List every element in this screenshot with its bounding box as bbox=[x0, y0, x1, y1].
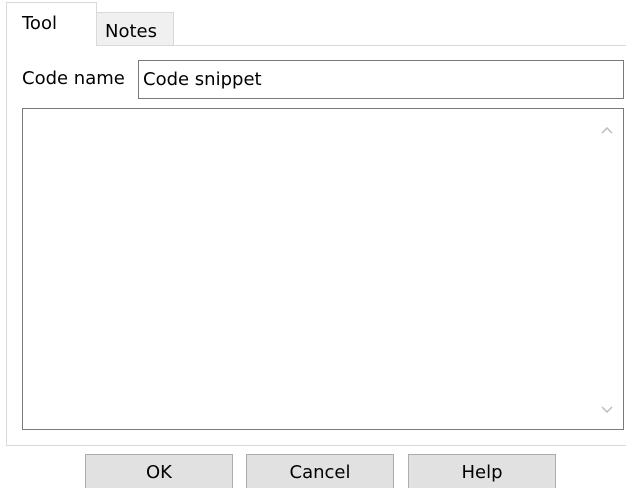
tab-tool-label: Tool bbox=[22, 13, 57, 34]
tab-notes-label: Notes bbox=[105, 21, 157, 42]
tab-notes[interactable]: Notes bbox=[96, 12, 174, 46]
chevron-up-icon[interactable] bbox=[601, 125, 613, 135]
code-textarea[interactable] bbox=[22, 108, 624, 430]
dialog-window: Notes Tool Code name OK Cancel Help bbox=[0, 0, 626, 488]
chevron-down-icon[interactable] bbox=[601, 405, 613, 415]
cancel-button[interactable]: Cancel bbox=[246, 454, 394, 488]
tab-tool[interactable]: Tool bbox=[6, 2, 97, 46]
help-button[interactable]: Help bbox=[408, 454, 556, 488]
code-name-label: Code name bbox=[22, 68, 125, 89]
code-name-input[interactable] bbox=[138, 60, 624, 99]
ok-button[interactable]: OK bbox=[85, 454, 233, 488]
